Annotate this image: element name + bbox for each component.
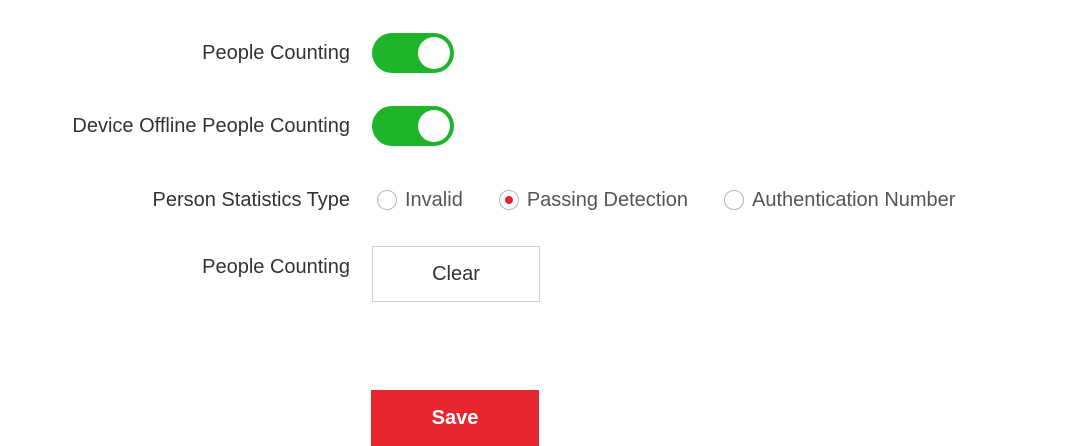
radio-option-invalid[interactable]: Invalid	[377, 189, 463, 212]
radio-button-icon[interactable]	[724, 190, 745, 210]
device-offline-people-counting-toggle[interactable]	[372, 106, 454, 146]
person-statistics-type-label: Person Statistics Type	[152, 188, 351, 211]
people-counting-toggle[interactable]	[372, 33, 454, 73]
people-counting-control	[372, 33, 454, 73]
person-statistics-type-control: Invalid Passing Detection Authentication…	[377, 189, 955, 212]
people-counting-clear-control: Clear	[372, 246, 540, 302]
person-statistics-type-radio-group: Invalid Passing Detection Authentication…	[377, 189, 955, 212]
device-offline-people-counting-control	[372, 106, 454, 146]
toggle-knob	[418, 110, 450, 142]
radio-option-label: Authentication Number	[752, 188, 956, 211]
clear-button[interactable]: Clear	[372, 246, 540, 302]
radio-option-passing-detection[interactable]: Passing Detection	[498, 188, 689, 212]
people-counting-label: People Counting	[202, 41, 350, 64]
radio-option-label: Invalid	[405, 188, 463, 211]
people-counting-clear-row: People Counting Clear	[0, 246, 540, 302]
radio-option-label: Passing Detection	[526, 188, 689, 211]
people-counting-clear-label: People Counting	[202, 256, 350, 278]
radio-button-icon[interactable]	[377, 190, 397, 210]
person-statistics-type-row: Person Statistics Type Invalid Passing D…	[0, 180, 956, 220]
people-counting-row: People Counting	[0, 33, 454, 73]
save-button[interactable]: Save	[371, 390, 539, 446]
radio-button-icon[interactable]	[498, 190, 519, 210]
device-offline-people-counting-label: Device Offline People Counting	[72, 114, 350, 137]
device-offline-people-counting-row: Device Offline People Counting	[0, 106, 454, 146]
toggle-knob	[418, 37, 450, 69]
radio-option-authentication-number[interactable]: Authentication Number	[724, 189, 955, 212]
